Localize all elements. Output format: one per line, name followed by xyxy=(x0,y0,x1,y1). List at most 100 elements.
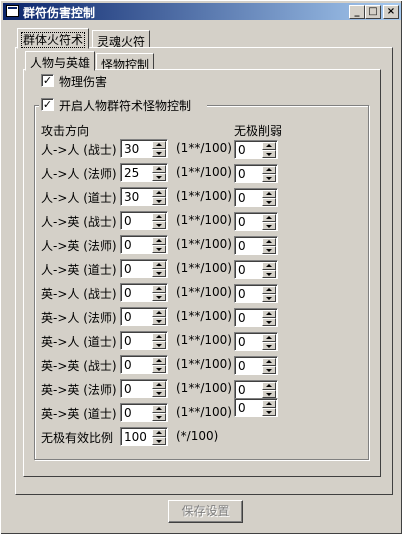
wuji-spinner[interactable]: 0 xyxy=(234,380,278,399)
spin-down-button[interactable] xyxy=(262,408,276,416)
spin-down-button[interactable] xyxy=(262,318,276,326)
wuji-value[interactable]: 0 xyxy=(238,383,246,397)
spin-down-button[interactable] xyxy=(152,293,166,301)
spin-down-button[interactable] xyxy=(262,222,276,230)
spin-down-button[interactable] xyxy=(262,174,276,182)
wuji-ratio-value[interactable]: 100 xyxy=(124,430,147,444)
damage-spinner[interactable]: 0 xyxy=(120,403,168,422)
damage-value[interactable]: 0 xyxy=(124,238,132,252)
spin-down-button[interactable] xyxy=(262,270,276,278)
wuji-spinner[interactable]: 0 xyxy=(234,188,278,207)
damage-spinner[interactable]: 0 xyxy=(120,259,168,278)
wuji-spinner[interactable]: 0 xyxy=(234,398,278,417)
spin-up-button[interactable] xyxy=(262,142,276,150)
damage-spinner[interactable]: 0 xyxy=(120,283,168,302)
damage-spinner[interactable]: 30 xyxy=(120,187,168,206)
spin-down-button[interactable] xyxy=(152,341,166,349)
damage-spinner[interactable]: 0 xyxy=(120,211,168,230)
damage-value[interactable]: 30 xyxy=(124,142,139,156)
damage-spinner[interactable]: 0 xyxy=(120,235,168,254)
spin-up-button[interactable] xyxy=(152,237,166,245)
spin-up-button[interactable] xyxy=(262,334,276,342)
wuji-spinner[interactable]: 0 xyxy=(234,284,278,303)
damage-spinner[interactable]: 30 xyxy=(120,139,168,158)
wuji-spinner[interactable]: 0 xyxy=(234,212,278,231)
spin-up-button[interactable] xyxy=(152,309,166,317)
wuji-value[interactable]: 0 xyxy=(238,239,246,253)
spin-up-button[interactable] xyxy=(262,166,276,174)
spin-up-button[interactable] xyxy=(152,381,166,389)
damage-value[interactable]: 0 xyxy=(124,262,132,276)
spin-down-button[interactable] xyxy=(152,245,166,253)
spin-down-button[interactable] xyxy=(262,366,276,374)
physical-damage-checkbox[interactable]: ✓ xyxy=(41,74,54,87)
wuji-spinner[interactable]: 0 xyxy=(234,332,278,351)
damage-spinner[interactable]: 0 xyxy=(120,331,168,350)
wuji-value[interactable]: 0 xyxy=(238,215,246,229)
spin-down-button[interactable] xyxy=(152,221,166,229)
wuji-value[interactable]: 0 xyxy=(238,287,246,301)
damage-spinner[interactable]: 0 xyxy=(120,379,168,398)
enable-control-checkbox[interactable]: ✓ xyxy=(41,98,54,111)
spin-up-button[interactable] xyxy=(262,238,276,246)
spin-down-button[interactable] xyxy=(262,294,276,302)
spin-down-button[interactable] xyxy=(152,197,166,205)
spin-up-button[interactable] xyxy=(262,310,276,318)
damage-value[interactable]: 30 xyxy=(124,190,139,204)
spin-up-button[interactable] xyxy=(262,262,276,270)
wuji-value[interactable]: 0 xyxy=(238,401,246,415)
spin-down-button[interactable] xyxy=(262,342,276,350)
damage-value[interactable]: 0 xyxy=(124,286,132,300)
wuji-value[interactable]: 0 xyxy=(238,167,246,181)
damage-value[interactable]: 0 xyxy=(124,214,132,228)
damage-spinner[interactable]: 0 xyxy=(120,307,168,326)
spin-down-button[interactable] xyxy=(262,390,276,398)
spin-down-button[interactable] xyxy=(152,389,166,397)
wuji-value[interactable]: 0 xyxy=(238,311,246,325)
damage-value[interactable]: 0 xyxy=(124,406,132,420)
spin-down-button[interactable] xyxy=(262,198,276,206)
damage-spinner[interactable]: 25 xyxy=(120,163,168,182)
spin-up-button[interactable] xyxy=(152,429,166,437)
maximize-button[interactable]: □ xyxy=(365,5,381,19)
spin-up-button[interactable] xyxy=(152,405,166,413)
wuji-spinner[interactable]: 0 xyxy=(234,260,278,279)
spin-up-button[interactable] xyxy=(262,400,276,408)
wuji-value[interactable]: 0 xyxy=(238,335,246,349)
spin-up-button[interactable] xyxy=(152,141,166,149)
spin-up-button[interactable] xyxy=(152,333,166,341)
wuji-value[interactable]: 0 xyxy=(238,263,246,277)
spin-up-button[interactable] xyxy=(152,261,166,269)
spin-down-button[interactable] xyxy=(152,149,166,157)
spin-up-button[interactable] xyxy=(152,165,166,173)
spin-down-button[interactable] xyxy=(262,246,276,254)
spin-up-button[interactable] xyxy=(262,214,276,222)
spin-down-button[interactable] xyxy=(152,413,166,421)
tab-player-hero[interactable]: 人物与英雄 xyxy=(25,51,96,71)
wuji-spinner[interactable]: 0 xyxy=(234,308,278,327)
spin-up-button[interactable] xyxy=(262,382,276,390)
spin-up-button[interactable] xyxy=(152,285,166,293)
wuji-ratio-spinner[interactable]: 100 xyxy=(120,427,168,446)
damage-value[interactable]: 0 xyxy=(124,310,132,324)
spin-down-button[interactable] xyxy=(262,150,276,158)
minimize-button[interactable]: _ xyxy=(349,5,365,19)
close-button[interactable]: × xyxy=(383,5,399,19)
spin-up-button[interactable] xyxy=(262,286,276,294)
spin-down-button[interactable] xyxy=(152,317,166,325)
save-settings-button[interactable]: 保存设置 xyxy=(168,500,243,523)
spin-down-button[interactable] xyxy=(152,269,166,277)
spin-up-button[interactable] xyxy=(262,190,276,198)
spin-down-button[interactable] xyxy=(152,437,166,445)
wuji-spinner[interactable]: 0 xyxy=(234,356,278,375)
wuji-value[interactable]: 0 xyxy=(238,191,246,205)
damage-value[interactable]: 25 xyxy=(124,166,139,180)
wuji-spinner[interactable]: 0 xyxy=(234,236,278,255)
spin-down-button[interactable] xyxy=(152,173,166,181)
spin-up-button[interactable] xyxy=(152,357,166,365)
spin-up-button[interactable] xyxy=(152,189,166,197)
spin-down-button[interactable] xyxy=(152,365,166,373)
damage-spinner[interactable]: 0 xyxy=(120,355,168,374)
wuji-spinner[interactable]: 0 xyxy=(234,164,278,183)
wuji-value[interactable]: 0 xyxy=(238,143,246,157)
